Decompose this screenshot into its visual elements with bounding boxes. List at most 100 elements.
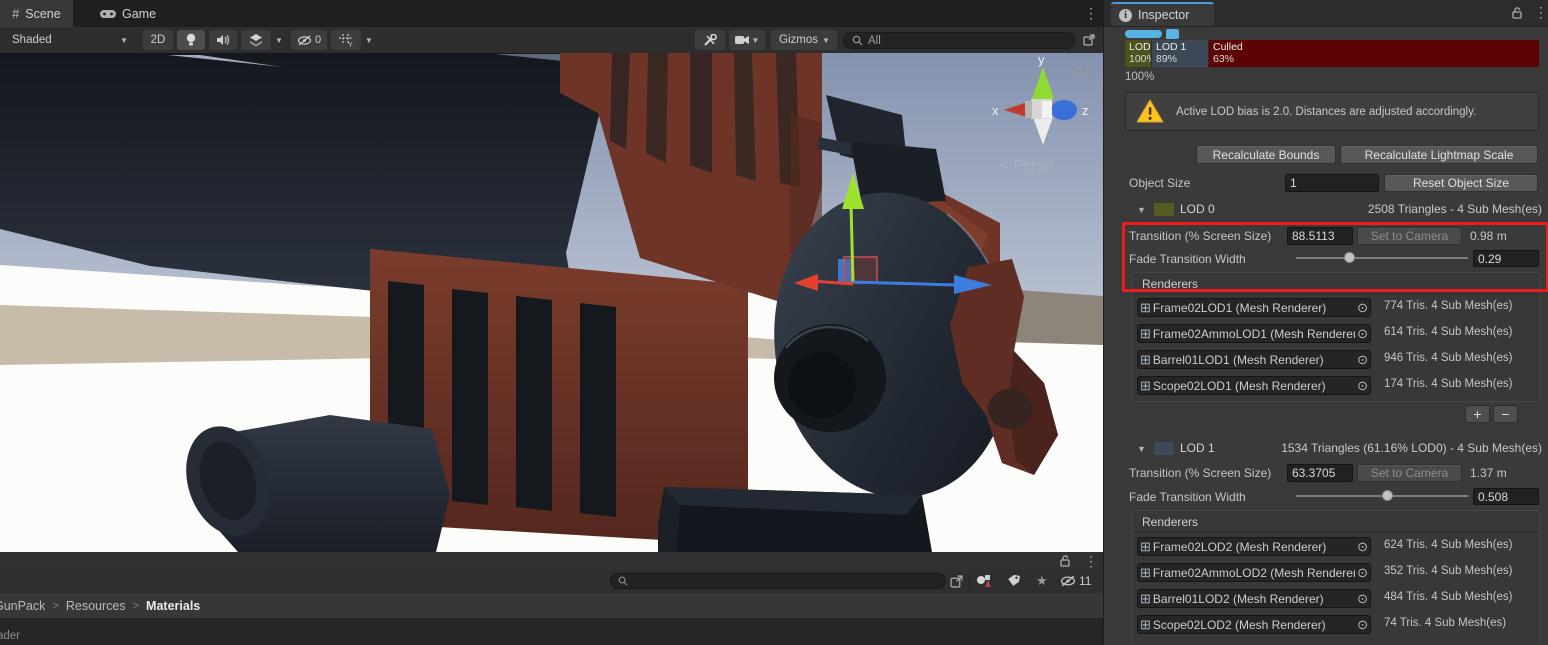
lod1-transition-field[interactable]: 63.3705 bbox=[1287, 464, 1353, 482]
lod0-header-label[interactable]: LOD 0 bbox=[1180, 202, 1215, 216]
camera-settings-button[interactable]: ▼ bbox=[729, 30, 765, 50]
lightbulb-icon bbox=[185, 33, 197, 47]
scene-viewport[interactable]: y x z < Persp bbox=[0, 53, 1103, 552]
project-content-area: ader bbox=[0, 618, 1103, 645]
object-picker-icon[interactable]: ⊙ bbox=[1357, 326, 1368, 342]
lod-camera-playhead[interactable] bbox=[1125, 30, 1162, 38]
grid-caret[interactable]: ▼ bbox=[361, 30, 377, 50]
axis-z-label[interactable]: z bbox=[1082, 103, 1089, 118]
remove-renderer-button[interactable]: − bbox=[1493, 405, 1518, 423]
renderer-name: Scope02LOD1 (Mesh Renderer) bbox=[1153, 379, 1355, 393]
chevron-down-icon: ▼ bbox=[752, 36, 760, 45]
reset-object-size-button[interactable]: Reset Object Size bbox=[1384, 174, 1538, 192]
lod0-set-to-camera-button[interactable]: Set to Camera bbox=[1357, 227, 1462, 245]
lod-bar-segment-lod0[interactable]: LOD 0 100% bbox=[1125, 40, 1152, 67]
breadcrumb-root[interactable]: GunPack bbox=[0, 599, 45, 613]
grid-visual-button[interactable]: Y bbox=[331, 30, 361, 50]
tab-inspector[interactable]: i Inspector bbox=[1111, 2, 1214, 26]
object-picker-icon[interactable]: ⊙ bbox=[1357, 565, 1368, 581]
object-picker-icon[interactable]: ⊙ bbox=[1357, 591, 1368, 607]
maximize-window-icon[interactable] bbox=[1078, 30, 1100, 50]
project-search-input[interactable] bbox=[610, 573, 946, 589]
renderer-object-field[interactable]: ⊞ Frame02AmmoLOD1 (Mesh Renderer) ⊙ bbox=[1137, 324, 1371, 343]
effects-dropdown-button[interactable] bbox=[241, 30, 271, 50]
filter-by-label-icon[interactable] bbox=[1007, 574, 1021, 588]
object-size-field[interactable]: 1 bbox=[1285, 174, 1379, 192]
add-renderer-button[interactable]: + bbox=[1465, 405, 1490, 423]
project-menu-kebab-icon[interactable]: ⋮ bbox=[1084, 553, 1098, 570]
2d-label: 2D bbox=[151, 34, 166, 46]
renderer-object-field[interactable]: ⊞ Scope02LOD2 (Mesh Renderer) ⊙ bbox=[1137, 615, 1371, 634]
object-picker-icon[interactable]: ⊙ bbox=[1357, 352, 1368, 368]
lod0-foldout-icon[interactable]: ▼ bbox=[1137, 205, 1146, 215]
slider-knob[interactable] bbox=[1382, 490, 1393, 501]
object-picker-icon[interactable]: ⊙ bbox=[1357, 378, 1368, 394]
recalculate-bounds-button[interactable]: Recalculate Bounds bbox=[1196, 145, 1336, 164]
object-picker-icon[interactable]: ⊙ bbox=[1357, 539, 1368, 555]
object-picker-icon[interactable]: ⊙ bbox=[1357, 300, 1368, 316]
lod1-fade-field[interactable]: 0.508 bbox=[1473, 488, 1539, 505]
lod-camera-marker-icon[interactable] bbox=[1166, 29, 1179, 39]
scene-menu-kebab-icon[interactable]: ⋮ bbox=[1084, 5, 1098, 22]
lod-bar-segment-culled[interactable]: Culled 63% bbox=[1209, 40, 1539, 67]
lod0-fade-field[interactable]: 0.29 bbox=[1473, 250, 1539, 267]
lod-bar-segment-lod1[interactable]: LOD 1 89% bbox=[1152, 40, 1209, 67]
lod1-header-label[interactable]: LOD 1 bbox=[1180, 441, 1215, 455]
breadcrumb-folder[interactable]: Resources bbox=[66, 599, 126, 613]
recalculate-lightmap-scale-button[interactable]: Recalculate Lightmap Scale bbox=[1340, 145, 1538, 164]
lock-icon[interactable] bbox=[1512, 7, 1523, 19]
project-hidden-count: 11 bbox=[1079, 574, 1091, 588]
mesh-renderer-icon: ⊞ bbox=[1140, 326, 1151, 342]
renderer-object-field[interactable]: ⊞ Barrel01LOD1 (Mesh Renderer) ⊙ bbox=[1137, 350, 1371, 369]
eye-slash-icon[interactable] bbox=[1060, 575, 1076, 587]
lod1-fade-slider[interactable] bbox=[1296, 488, 1468, 504]
custom-tools-button[interactable] bbox=[695, 30, 725, 50]
unity-editor-window: # Scene Game ⋮ Shaded ▼ 2D bbox=[0, 0, 1548, 645]
effects-caret[interactable]: ▼ bbox=[271, 30, 287, 50]
gizmos-dropdown[interactable]: Gizmos ▼ bbox=[771, 30, 837, 50]
persp-label[interactable]: < Persp bbox=[1000, 157, 1052, 174]
renderer-row: ⊞ Scope02LOD1 (Mesh Renderer) ⊙ 174 Tris… bbox=[1137, 376, 1535, 396]
tab-scene[interactable]: # Scene bbox=[0, 0, 73, 27]
scene-search-input[interactable]: All bbox=[843, 32, 1075, 49]
lod1-fade-label: Fade Transition Width bbox=[1129, 490, 1246, 504]
renderer-row: ⊞ Frame02LOD2 (Mesh Renderer) ⊙ 624 Tris… bbox=[1137, 537, 1535, 557]
lod-slider-bar[interactable]: LOD 0 100% LOD 1 89% Culled 63% bbox=[1125, 40, 1539, 67]
warning-text: Active LOD bias is 2.0. Distances are ad… bbox=[1176, 106, 1476, 118]
lock-icon[interactable] bbox=[1060, 555, 1071, 567]
inspector-menu-kebab-icon[interactable]: ⋮ bbox=[1534, 4, 1548, 21]
lod1-set-to-camera-button[interactable]: Set to Camera bbox=[1357, 464, 1462, 482]
external-window-icon bbox=[1083, 34, 1095, 46]
2d-toggle-button[interactable]: 2D bbox=[143, 30, 173, 50]
object-picker-icon[interactable]: ⊙ bbox=[1357, 617, 1368, 633]
lod0-fade-slider[interactable] bbox=[1296, 250, 1468, 266]
axis-y-label[interactable]: y bbox=[1038, 53, 1045, 67]
renderer-object-field[interactable]: ⊞ Barrel01LOD2 (Mesh Renderer) ⊙ bbox=[1137, 589, 1371, 608]
favorites-star-icon[interactable]: ★ bbox=[1036, 573, 1048, 589]
renderer-info: 624 Tris. 4 Sub Mesh(es) bbox=[1384, 539, 1512, 551]
renderer-object-field[interactable]: ⊞ Frame02AmmoLOD2 (Mesh Renderer) ⊙ bbox=[1137, 563, 1371, 582]
info-icon: i bbox=[1119, 9, 1132, 22]
breadcrumb-current[interactable]: Materials bbox=[146, 599, 200, 613]
lod1-color-swatch bbox=[1154, 442, 1174, 455]
mesh-renderer-icon: ⊞ bbox=[1140, 378, 1151, 394]
audio-toggle-button[interactable] bbox=[209, 30, 237, 50]
axis-x-label[interactable]: x bbox=[992, 103, 999, 118]
lod0-transition-field[interactable]: 88.5113 bbox=[1287, 227, 1353, 245]
tab-game[interactable]: Game bbox=[88, 0, 168, 27]
renderer-object-field[interactable]: ⊞ Frame02LOD2 (Mesh Renderer) ⊙ bbox=[1137, 537, 1371, 556]
lod1-foldout-icon[interactable]: ▼ bbox=[1137, 444, 1146, 454]
filter-by-type-icon[interactable] bbox=[976, 574, 992, 588]
mesh-renderer-icon: ⊞ bbox=[1140, 300, 1151, 316]
slider-knob[interactable] bbox=[1344, 252, 1355, 263]
toolbar-divider bbox=[689, 32, 690, 48]
shading-mode-dropdown[interactable]: Shaded ▼ bbox=[4, 30, 136, 50]
open-in-window-icon[interactable] bbox=[950, 575, 963, 588]
scene-visibility-button[interactable]: 0 bbox=[291, 30, 327, 50]
scene-panel: # Scene Game ⋮ Shaded ▼ 2D bbox=[0, 0, 1103, 645]
lighting-toggle-button[interactable] bbox=[177, 30, 205, 50]
renderer-object-field[interactable]: ⊞ Scope02LOD1 (Mesh Renderer) ⊙ bbox=[1137, 376, 1371, 395]
renderer-object-field[interactable]: ⊞ Frame02LOD1 (Mesh Renderer) ⊙ bbox=[1137, 298, 1371, 317]
lod1-segment-label: LOD 1 bbox=[1156, 41, 1208, 53]
renderer-row: ⊞ Barrel01LOD1 (Mesh Renderer) ⊙ 946 Tri… bbox=[1137, 350, 1535, 370]
